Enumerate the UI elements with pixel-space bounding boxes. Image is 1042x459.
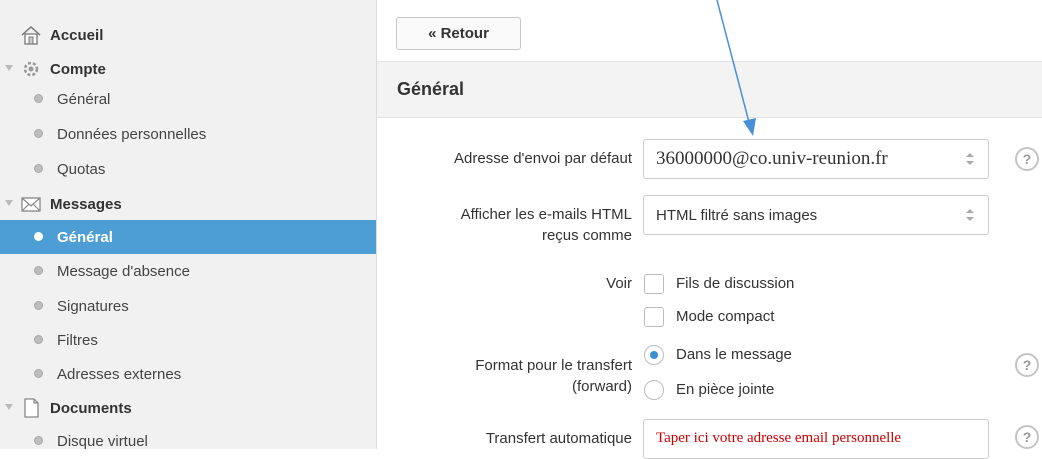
select-arrows-icon: [966, 209, 974, 221]
gear-icon: [23, 61, 39, 77]
collapse-triangle-icon[interactable]: [5, 200, 13, 206]
forward-inline-option-label: Dans le message: [676, 346, 792, 363]
home-icon: [21, 25, 41, 45]
back-button[interactable]: « Retour: [396, 17, 521, 50]
bullet-icon: [34, 94, 43, 103]
envelope-icon: [21, 197, 41, 212]
section-header: Général: [377, 62, 1042, 118]
auto-forward-label: Transfert automatique: [485, 430, 632, 447]
forward-inline-radio[interactable]: [644, 345, 664, 365]
forward-format-label: Format pour le transfert (forward): [475, 355, 632, 397]
toolbar: « Retour: [377, 0, 1042, 62]
sidebar-item-filtres[interactable]: Filtres: [0, 323, 376, 357]
sidebar-item-label: Filtres: [57, 331, 98, 349]
bullet-icon: [34, 164, 43, 173]
compact-mode-option-label: Mode compact: [676, 308, 775, 325]
sidebar-item-compte-general[interactable]: Général: [0, 82, 376, 116]
sender-address-value: 36000000@co.univ-reunion.fr: [656, 148, 888, 169]
sidebar-item-signatures[interactable]: Signatures: [0, 289, 376, 323]
help-icon[interactable]: ?: [1015, 147, 1039, 171]
sidebar-item-label: Disque virtuel: [57, 432, 148, 450]
bullet-icon: [34, 232, 43, 241]
sidebar-item-donnees-personnelles[interactable]: Données personnelles: [0, 117, 376, 151]
sidebar-section-label: Messages: [50, 195, 122, 213]
sidebar-item-label: Quotas: [57, 160, 106, 178]
sender-address-label: Adresse d'envoi par défaut: [454, 150, 632, 167]
sidebar-section-compte[interactable]: Compte: [0, 52, 376, 86]
sidebar-item-label: Signatures: [57, 297, 129, 315]
section-title: Général: [397, 79, 465, 99]
help-icon[interactable]: ?: [1015, 425, 1039, 449]
sidebar-item-messages-general[interactable]: Général: [0, 220, 376, 254]
sidebar-item-label: Général: [57, 90, 111, 108]
sidebar-item-label: Accueil: [50, 26, 104, 44]
sidebar-section-label: Documents: [50, 399, 132, 417]
document-icon: [24, 398, 39, 418]
sidebar-section-documents[interactable]: Documents: [0, 391, 376, 425]
bullet-icon: [34, 301, 43, 310]
forward-attachment-radio[interactable]: [644, 380, 664, 400]
sidebar-item-label: Données personnelles: [57, 125, 207, 143]
html-display-select[interactable]: HTML filtré sans images: [643, 195, 989, 235]
forward-attachment-option-label: En pièce jointe: [676, 381, 775, 398]
threads-checkbox[interactable]: [644, 274, 664, 294]
sidebar-item-accueil[interactable]: Accueil: [0, 18, 376, 52]
bullet-icon: [34, 335, 43, 344]
sidebar-item-quotas[interactable]: Quotas: [0, 152, 376, 186]
sidebar-item-message-absence[interactable]: Message d'absence: [0, 254, 376, 288]
bullet-icon: [34, 369, 43, 378]
auto-forward-placeholder: Taper ici votre adresse email personnell…: [656, 430, 902, 446]
forward-format-label-line1: Format pour le transfert: [475, 357, 632, 374]
collapse-triangle-icon[interactable]: [5, 404, 13, 410]
main-panel: « Retour Général Adresse d'envoi par déf…: [377, 0, 1042, 459]
sidebar-item-adresses-externes[interactable]: Adresses externes: [0, 357, 376, 391]
sidebar-item-label: Général: [57, 228, 113, 246]
select-arrows-icon: [966, 153, 974, 165]
bullet-icon: [34, 266, 43, 275]
html-display-label: Afficher les e-mails HTML reçus comme: [461, 204, 632, 246]
compact-mode-checkbox[interactable]: [644, 307, 664, 327]
sidebar-section-messages[interactable]: Messages: [0, 187, 376, 221]
html-display-label-line1: Afficher les e-mails HTML: [460, 206, 632, 223]
sender-address-select[interactable]: 36000000@co.univ-reunion.fr: [643, 139, 989, 179]
sidebar-item-disque-virtuel[interactable]: Disque virtuel: [0, 424, 376, 458]
collapse-triangle-icon[interactable]: [5, 65, 13, 71]
sidebar: Accueil Compte Général Données personnel…: [0, 0, 377, 450]
threads-option-label: Fils de discussion: [676, 275, 795, 292]
html-display-value: HTML filtré sans images: [656, 207, 818, 224]
voir-label: Voir: [606, 275, 632, 292]
html-display-label-line2: reçus comme: [541, 227, 632, 244]
sidebar-item-label: Message d'absence: [57, 262, 190, 280]
bullet-icon: [34, 436, 43, 445]
sidebar-section-label: Compte: [50, 60, 106, 78]
sidebar-item-label: Adresses externes: [57, 365, 182, 383]
auto-forward-input[interactable]: Taper ici votre adresse email personnell…: [643, 419, 989, 459]
forward-format-label-line2: (forward): [571, 378, 632, 395]
help-icon[interactable]: ?: [1015, 353, 1039, 377]
bullet-icon: [34, 129, 43, 138]
